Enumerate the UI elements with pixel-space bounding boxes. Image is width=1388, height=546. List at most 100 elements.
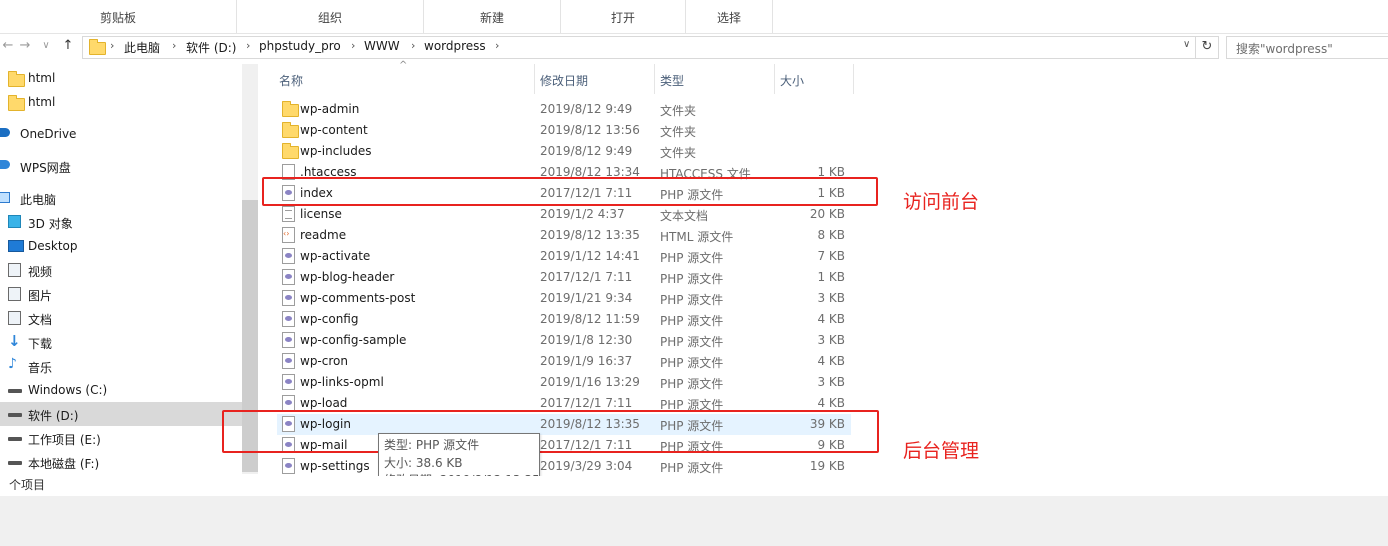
- download-icon: ↓: [8, 332, 21, 350]
- file-name: wp-admin: [300, 102, 360, 116]
- file-row[interactable]: wp-cron 2019/1/9 16:37 PHP 源文件 4 KB: [277, 351, 851, 372]
- picture-icon: [8, 287, 21, 301]
- window-bottom-area: [0, 496, 1388, 546]
- file-date: 2019/8/12 13:56: [540, 123, 640, 137]
- sidebar-item[interactable]: 软件 (D:): [0, 402, 242, 426]
- sidebar-item[interactable]: ♪ 音乐: [0, 354, 242, 378]
- search-input[interactable]: 搜索"wordpress": [1226, 36, 1388, 59]
- file-row[interactable]: wp-admin 2019/8/12 9:49 文件夹: [277, 99, 851, 120]
- ribbon-group-clipboard[interactable]: 剪贴板: [0, 0, 237, 33]
- up-button[interactable]: ↑: [60, 38, 76, 54]
- file-date: 2019/8/12 11:59: [540, 312, 640, 326]
- drive-icon: [8, 437, 22, 441]
- php-file-icon: [282, 332, 295, 348]
- folder-icon: [8, 95, 25, 111]
- file-date: 2019/1/12 14:41: [540, 249, 640, 263]
- file-type: PHP 源文件: [660, 377, 724, 391]
- ribbon-group-organize[interactable]: 组织: [237, 0, 424, 33]
- file-type: PHP 源文件: [660, 356, 724, 370]
- file-type: PHP 源文件: [660, 335, 724, 349]
- column-name[interactable]: 名称: [279, 72, 303, 89]
- file-size: 8 KB: [817, 228, 845, 242]
- file-size: 4 KB: [817, 312, 845, 326]
- status-bar: 个项目: [0, 476, 1388, 496]
- recent-locations-button[interactable]: ∨: [38, 38, 54, 54]
- sidebar-item-label: 软件 (D:): [28, 409, 79, 423]
- php-file-icon: [282, 269, 295, 285]
- annotation-front: 访问前台: [903, 191, 980, 213]
- column-type[interactable]: 类型: [660, 72, 684, 89]
- sidebar-item[interactable]: 文档: [0, 306, 242, 330]
- file-name: wp-config: [300, 312, 359, 326]
- sidebar-item-label: 视频: [28, 265, 53, 279]
- file-row[interactable]: wp-activate 2019/1/12 14:41 PHP 源文件 7 KB: [277, 246, 851, 267]
- sidebar-item-label: html: [28, 71, 56, 85]
- sidebar-item-label: WPS网盘: [20, 161, 71, 175]
- file-row[interactable]: wp-links-opml 2019/1/16 13:29 PHP 源文件 3 KB: [277, 372, 851, 393]
- file-type: 文件夹: [660, 146, 697, 160]
- file-name: readme: [300, 228, 347, 242]
- file-row[interactable]: wp-config 2019/8/12 11:59 PHP 源文件 4 KB: [277, 309, 851, 330]
- file-name: wp-load: [300, 396, 348, 410]
- address-bar[interactable]: › 此电脑 › 软件 (D:) › phpstudy_pro › WWW › w…: [82, 36, 1196, 59]
- drive-icon: [8, 413, 22, 417]
- file-row[interactable]: license 2019/1/2 4:37 文本文档 20 KB: [277, 204, 851, 225]
- ribbon: 剪贴板 组织 新建 打开 选择: [0, 0, 1388, 34]
- folder-icon: [89, 39, 106, 55]
- ribbon-group-new[interactable]: 新建: [424, 0, 561, 33]
- file-row[interactable]: wp-config-sample 2019/1/8 12:30 PHP 源文件 3 K…: [277, 330, 851, 351]
- drive-icon: [8, 461, 22, 465]
- file-row[interactable]: wp-includes 2019/8/12 9:49 文件夹: [277, 141, 851, 162]
- refresh-button[interactable]: ↻: [1196, 36, 1219, 59]
- sidebar-item[interactable]: OneDrive: [0, 122, 242, 146]
- file-type: HTML 源文件: [660, 230, 734, 244]
- column-size[interactable]: 大小: [780, 72, 804, 89]
- file-size: 7 KB: [817, 249, 845, 263]
- breadcrumb-item[interactable]: wordpress: [424, 39, 486, 53]
- file-name: wp-config-sample: [300, 333, 407, 347]
- sort-ascending-icon: ^: [399, 60, 408, 71]
- drive-icon: [8, 389, 22, 393]
- file-name: wp-includes: [300, 144, 372, 158]
- sidebar-item[interactable]: 视频: [0, 258, 242, 282]
- breadcrumb-item[interactable]: 此电脑: [124, 39, 160, 56]
- sidebar-item[interactable]: 本地磁盘 (F:): [0, 450, 242, 474]
- file-row[interactable]: wp-blog-header 2017/12/1 7:11 PHP 源文件 1 KB: [277, 267, 851, 288]
- sidebar-item-label: Windows (C:): [28, 383, 108, 397]
- file-size: 3 KB: [817, 375, 845, 389]
- sidebar-item[interactable]: Desktop: [0, 234, 242, 258]
- forward-button[interactable]: →: [17, 38, 33, 54]
- breadcrumb-item[interactable]: phpstudy_pro: [259, 39, 341, 53]
- breadcrumb-item[interactable]: WWW: [364, 39, 400, 53]
- sidebar-item[interactable]: 此电脑: [0, 186, 242, 210]
- sidebar-item-label: 文档: [28, 313, 53, 327]
- file-row[interactable]: wp-content 2019/8/12 13:56 文件夹: [277, 120, 851, 141]
- sidebar-item[interactable]: html: [0, 90, 242, 114]
- sidebar-item[interactable]: WPS网盘: [0, 154, 242, 178]
- computer-icon: [0, 192, 10, 203]
- tooltip-size: 大小: 38.6 KB: [384, 456, 463, 470]
- sidebar-item[interactable]: 工作项目 (E:): [0, 426, 242, 450]
- sidebar-item[interactable]: Windows (C:): [0, 378, 242, 402]
- sidebar-item[interactable]: 3D 对象: [0, 210, 242, 234]
- column-header: 名称 修改日期 类型 大小: [274, 64, 854, 94]
- file-name: wp-links-opml: [300, 375, 384, 389]
- ribbon-group-select[interactable]: 选择: [686, 0, 773, 33]
- sidebar-item[interactable]: 图片: [0, 282, 242, 306]
- file-size: 19 KB: [809, 459, 845, 473]
- file-name: license: [300, 207, 342, 221]
- sidebar-item[interactable]: ↓ 下载: [0, 330, 242, 354]
- file-name: wp-settings: [300, 459, 370, 473]
- file-row[interactable]: wp-comments-post 2019/1/21 9:34 PHP 源文件 3 K…: [277, 288, 851, 309]
- file-row[interactable]: readme 2019/8/12 13:35 HTML 源文件 8 KB: [277, 225, 851, 246]
- breadcrumb-item[interactable]: 软件 (D:): [186, 39, 236, 56]
- file-row[interactable]: wp-settings 2019/3/29 3:04 PHP 源文件 19 KB: [277, 456, 851, 477]
- search-placeholder: 搜索"wordpress": [1236, 42, 1333, 56]
- address-dropdown-button[interactable]: ∨: [1183, 39, 1190, 50]
- cube-icon: [8, 215, 21, 228]
- back-button[interactable]: ←: [0, 38, 16, 54]
- column-date[interactable]: 修改日期: [540, 72, 588, 89]
- ribbon-group-open[interactable]: 打开: [561, 0, 686, 33]
- file-date: 2019/8/12 13:35: [540, 228, 640, 242]
- sidebar-item[interactable]: html: [0, 66, 242, 90]
